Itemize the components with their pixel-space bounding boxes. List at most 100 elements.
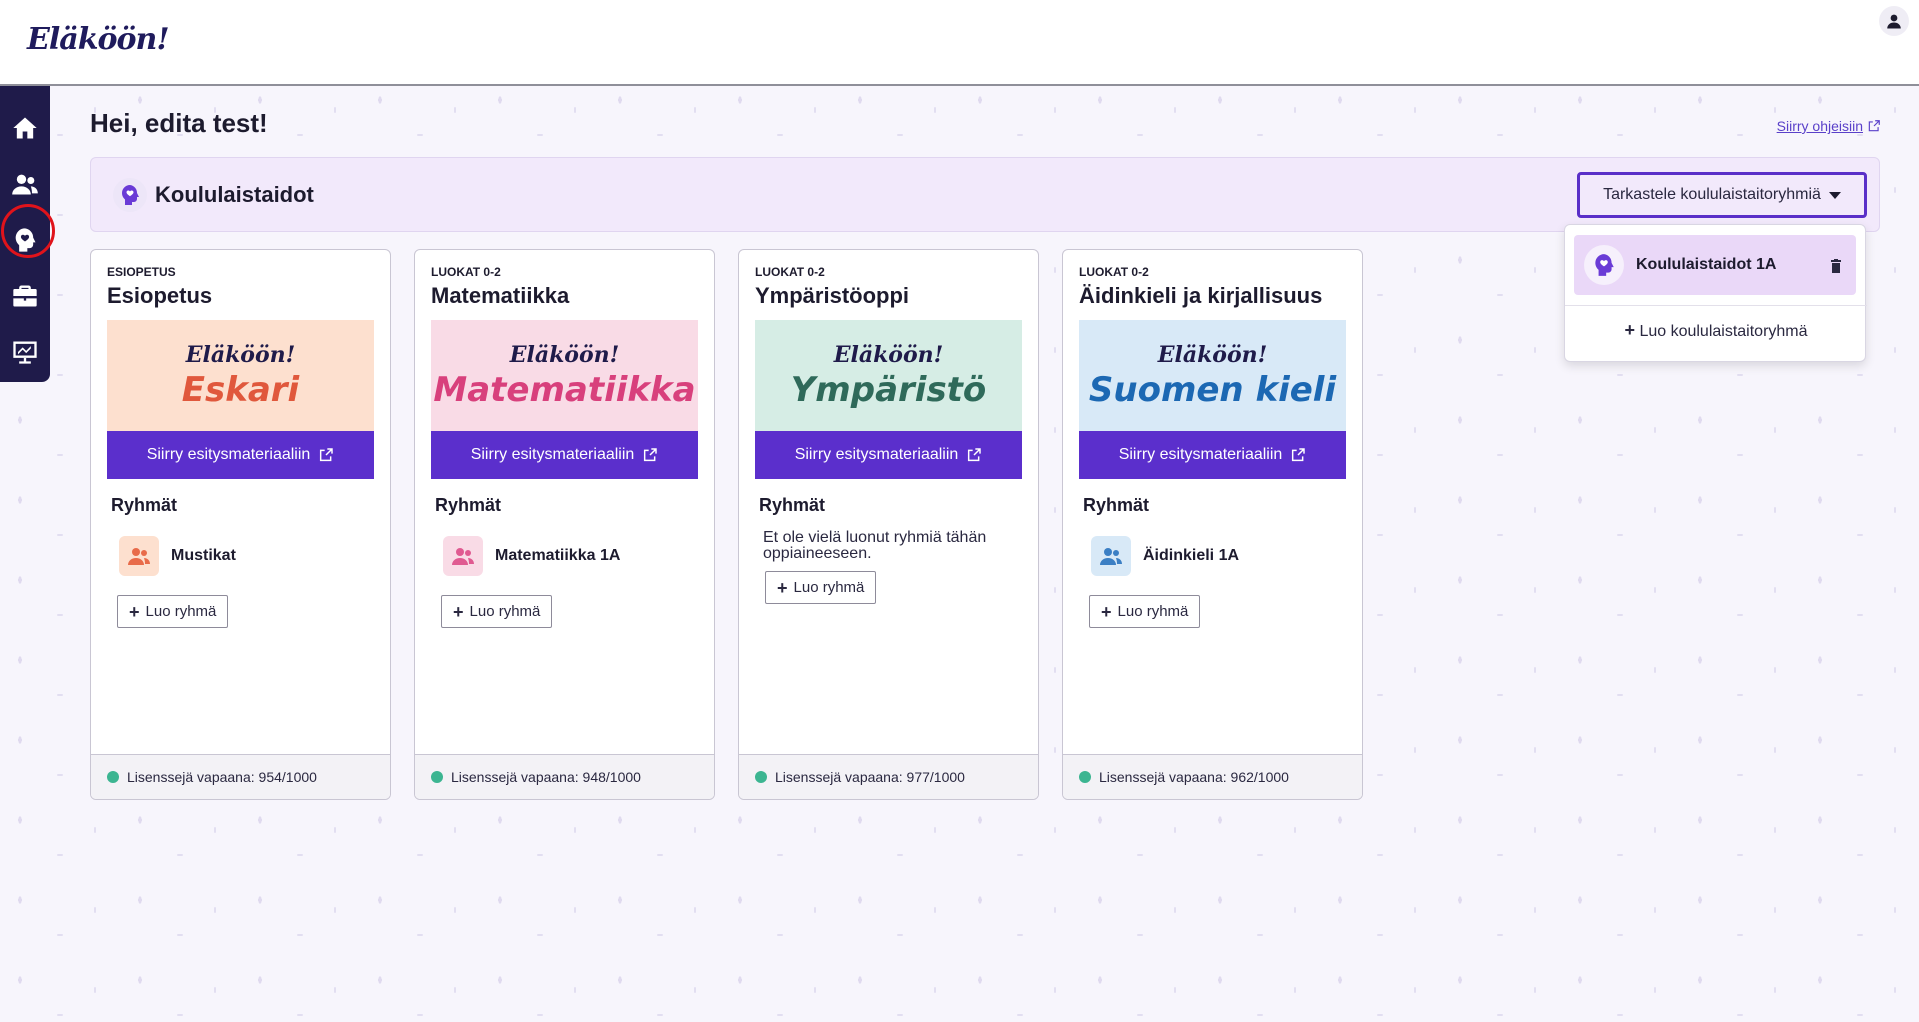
banner-brand: Eläköön! bbox=[185, 342, 296, 368]
users-icon bbox=[1100, 548, 1122, 565]
card-title: Esiopetus bbox=[107, 283, 213, 308]
card-eyebrow: LUOKAT 0-2 bbox=[1079, 265, 1149, 279]
card-banner: Eläköön! Suomen kieli bbox=[1079, 320, 1346, 431]
banner-brand: Eläköön! bbox=[1157, 342, 1268, 368]
app-logo[interactable]: Eläköön! bbox=[27, 22, 169, 57]
users-icon bbox=[128, 548, 150, 565]
create-group-button[interactable]: + Luo ryhmä bbox=[441, 595, 553, 628]
cta-label: Siirry esitysmateriaaliin bbox=[146, 446, 311, 463]
license-text: Lisenssejä vapaana: 948/1000 bbox=[451, 769, 641, 785]
card-title: Ympäristöoppi bbox=[755, 283, 910, 308]
presentation-material-button[interactable]: Siirry esitysmateriaaliin bbox=[1079, 431, 1346, 479]
groups-heading: Ryhmät bbox=[1083, 495, 1150, 515]
external-link-icon bbox=[644, 448, 658, 462]
license-status-dot bbox=[107, 771, 119, 783]
view-groups-label: Tarkastele koululaistaitoryhmiä bbox=[1603, 186, 1821, 203]
group-name: Mustikat bbox=[171, 547, 236, 564]
license-text: Lisenssejä vapaana: 962/1000 bbox=[1099, 769, 1289, 785]
plus-icon: + bbox=[453, 601, 464, 622]
license-text: Lisenssejä vapaana: 977/1000 bbox=[775, 769, 965, 785]
nav-home[interactable] bbox=[0, 100, 50, 156]
card-eyebrow: ESIOPETUS bbox=[107, 265, 176, 279]
view-school-skills-groups-button[interactable]: Tarkastele koululaistaitoryhmiä bbox=[1577, 172, 1867, 218]
external-link-icon bbox=[1292, 448, 1306, 462]
card-eyebrow: LUOKAT 0-2 bbox=[755, 265, 825, 279]
group-item[interactable]: Matematiikka 1A bbox=[443, 536, 620, 576]
dropdown-divider bbox=[1565, 305, 1867, 306]
create-school-skills-group-button[interactable]: + Luo koululaistaitoryhmä bbox=[1565, 321, 1867, 341]
banner-name: Suomen kieli bbox=[1088, 370, 1337, 410]
create-group-button[interactable]: + Luo ryhmä bbox=[1089, 595, 1201, 628]
create-group-button[interactable]: + Luo ryhmä bbox=[117, 595, 229, 628]
create-group-button[interactable]: + Luo ryhmä bbox=[765, 571, 877, 604]
plus-icon: + bbox=[1624, 320, 1635, 340]
briefcase-icon bbox=[13, 285, 37, 307]
page-greeting: Hei, edita test! bbox=[90, 108, 268, 138]
nav-presentations[interactable] bbox=[0, 324, 50, 380]
users-icon bbox=[12, 174, 38, 195]
user-menu-button[interactable] bbox=[1879, 6, 1909, 36]
plus-icon: + bbox=[777, 577, 788, 598]
help-link[interactable]: Siirry ohjeisiin bbox=[1777, 118, 1881, 134]
section-title: Koululaistaidot bbox=[155, 182, 314, 207]
external-link-icon bbox=[1868, 120, 1880, 132]
banner-brand: Eläköön! bbox=[509, 342, 620, 368]
groups-heading: Ryhmät bbox=[759, 495, 826, 515]
plus-icon: + bbox=[129, 601, 140, 622]
group-avatar bbox=[1091, 536, 1131, 576]
trash-icon[interactable] bbox=[1830, 259, 1842, 273]
no-groups-text: Et ole vielä luonut ryhmiä tähän oppiain… bbox=[763, 529, 987, 562]
license-text: Lisenssejä vapaana: 954/1000 bbox=[127, 769, 317, 785]
nav-highlight-circle bbox=[1, 204, 55, 258]
license-status-dot bbox=[431, 771, 443, 783]
banner-name: Ympäristö bbox=[790, 370, 987, 410]
card-banner: Eläköön! Eskari bbox=[107, 320, 374, 431]
presentation-material-button[interactable]: Siirry esitysmateriaaliin bbox=[107, 431, 374, 479]
chevron-down-icon bbox=[1828, 191, 1841, 199]
presentation-material-button[interactable]: Siirry esitysmateriaaliin bbox=[431, 431, 698, 479]
external-link-icon bbox=[968, 448, 982, 462]
create-group-label: Luo ryhmä bbox=[1117, 603, 1189, 620]
create-group-label: Luo ryhmä bbox=[469, 603, 541, 620]
school-skills-groups-dropdown: Koululaistaidot 1A + Luo koululaistaitor… bbox=[1564, 224, 1867, 362]
presentation-material-button[interactable]: Siirry esitysmateriaaliin bbox=[755, 431, 1022, 479]
license-status-dot bbox=[755, 771, 767, 783]
banner-brand: Eläköön! bbox=[833, 342, 944, 368]
presentation-icon bbox=[13, 341, 37, 364]
subject-card-aidinkieli: LUOKAT 0-2 Äidinkieli ja kirjallisuus El… bbox=[1062, 249, 1363, 800]
group-name: Äidinkieli 1A bbox=[1143, 547, 1240, 564]
license-footer: Lisenssejä vapaana: 977/1000 bbox=[739, 754, 1038, 799]
create-group-label: Luo ryhmä bbox=[145, 603, 217, 620]
banner-name: Eskari bbox=[181, 370, 300, 410]
plus-icon: + bbox=[1101, 601, 1112, 622]
nav-materials[interactable] bbox=[0, 268, 50, 324]
dropdown-item-group[interactable]: Koululaistaidot 1A bbox=[1574, 235, 1856, 295]
card-title: Matematiikka bbox=[431, 283, 570, 308]
user-icon bbox=[1887, 14, 1901, 29]
users-icon bbox=[452, 548, 474, 565]
card-banner: Eläköön! Ympäristö bbox=[755, 320, 1022, 431]
top-bar: Eläköön! bbox=[0, 0, 1919, 86]
group-item[interactable]: Äidinkieli 1A bbox=[1091, 536, 1239, 576]
external-link-icon bbox=[320, 448, 334, 462]
groups-heading: Ryhmät bbox=[435, 495, 502, 515]
license-footer: Lisenssejä vapaana: 962/1000 bbox=[1063, 754, 1362, 799]
subject-card-matematiikka: LUOKAT 0-2 Matematiikka Eläköön! Matemat… bbox=[414, 249, 715, 800]
school-skills-group-icon bbox=[1584, 245, 1624, 285]
license-footer: Lisenssejä vapaana: 948/1000 bbox=[415, 754, 714, 799]
groups-heading: Ryhmät bbox=[111, 495, 178, 515]
license-footer: Lisenssejä vapaana: 954/1000 bbox=[91, 754, 390, 799]
group-item[interactable]: Mustikat bbox=[119, 536, 236, 576]
section-header: Koululaistaidot Tarkastele koululaistait… bbox=[90, 157, 1880, 232]
dropdown-item-label: Koululaistaidot 1A bbox=[1636, 256, 1777, 273]
banner-name: Matematiikka bbox=[433, 370, 696, 410]
cta-label: Siirry esitysmateriaaliin bbox=[1118, 446, 1283, 463]
create-school-skills-group-label: Luo koululaistaitoryhmä bbox=[1639, 323, 1808, 340]
school-skills-section-icon bbox=[113, 178, 147, 212]
card-title: Äidinkieli ja kirjallisuus bbox=[1079, 283, 1323, 308]
create-group-label: Luo ryhmä bbox=[793, 579, 865, 596]
home-icon bbox=[13, 117, 37, 139]
card-banner: Eläköön! Matematiikka bbox=[431, 320, 698, 431]
cta-label: Siirry esitysmateriaaliin bbox=[794, 446, 959, 463]
help-link-label: Siirry ohjeisiin bbox=[1776, 118, 1863, 134]
